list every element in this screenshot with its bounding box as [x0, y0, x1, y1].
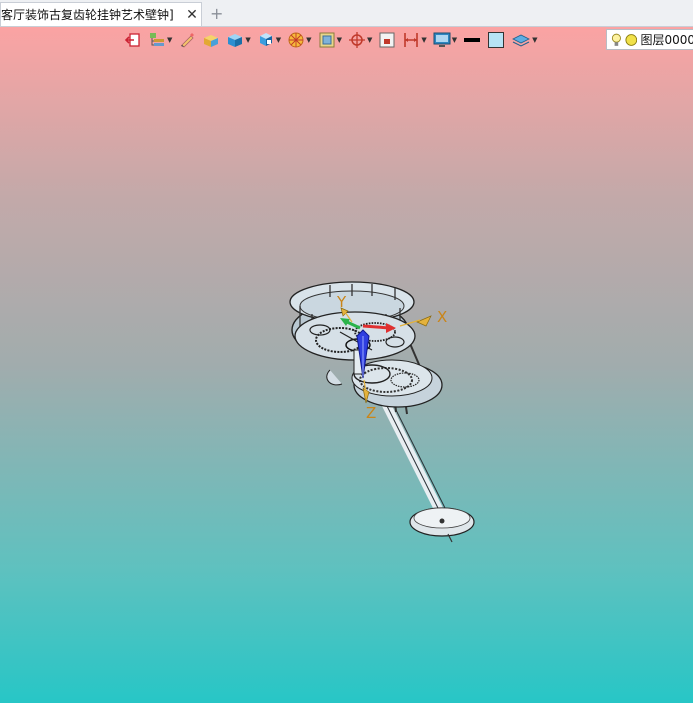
clock-model: X Y Z — [289, 281, 475, 543]
axis-label-z: Z — [366, 404, 376, 422]
close-tab-icon[interactable]: ✕ — [183, 7, 201, 23]
new-tab-button[interactable]: + — [210, 4, 223, 23]
axis-label-x: X — [437, 308, 447, 326]
axis-label-y: Y — [336, 293, 347, 311]
tab-bar: 客厅装饰古复齿轮挂钟艺术壁钟] ✕ + — [0, 0, 693, 27]
document-tab[interactable]: 客厅装饰古复齿轮挂钟艺术壁钟] ✕ — [0, 2, 202, 26]
document-tab-title: 客厅装饰古复齿轮挂钟艺术壁钟] — [1, 8, 174, 22]
